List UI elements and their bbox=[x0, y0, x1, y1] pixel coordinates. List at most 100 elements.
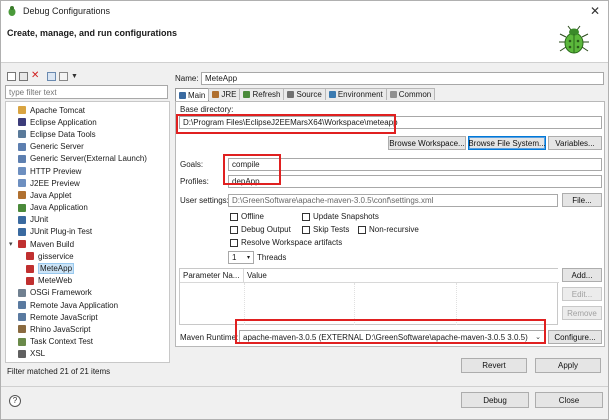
tree-item-label: Generic Server(External Launch) bbox=[30, 154, 147, 164]
tomcat-icon bbox=[18, 106, 26, 115]
view-menu-icon[interactable]: ▼ bbox=[71, 73, 78, 80]
new-config-icon[interactable] bbox=[7, 71, 16, 81]
help-icon[interactable]: ? bbox=[9, 395, 21, 407]
tree-item[interactable]: Remote Java Application bbox=[6, 299, 169, 311]
tree-item[interactable]: Generic Server(External Launch) bbox=[6, 153, 169, 165]
edit-parameter-button[interactable]: Edit... bbox=[562, 287, 602, 301]
remove-parameter-button[interactable]: Remove bbox=[562, 306, 602, 320]
dialog-header: Create, manage, and run configurations bbox=[1, 21, 608, 63]
resolve-workspace-label: Resolve Workspace artifacts bbox=[241, 238, 343, 247]
profiles-field[interactable]: depApp bbox=[228, 175, 602, 188]
variables-button[interactable]: Variables... bbox=[548, 136, 602, 150]
close-button[interactable]: Close bbox=[535, 392, 603, 408]
revert-button[interactable]: Revert bbox=[461, 358, 527, 373]
param-value-header[interactable]: Value bbox=[244, 269, 559, 283]
data-tools-icon bbox=[18, 130, 26, 139]
tab-main[interactable]: Main bbox=[175, 88, 210, 101]
close-window-icon[interactable]: ✕ bbox=[590, 4, 600, 18]
collapse-all-icon[interactable] bbox=[47, 71, 56, 81]
tab-common[interactable]: Common bbox=[385, 88, 436, 100]
grid-line bbox=[244, 283, 245, 325]
tab-refresh[interactable]: Refresh bbox=[239, 88, 285, 100]
xsl-icon bbox=[18, 349, 26, 358]
tree-item[interactable]: Eclipse Data Tools bbox=[6, 128, 169, 140]
update-snapshots-label: Update Snapshots bbox=[313, 212, 379, 221]
refresh-icon bbox=[243, 91, 251, 98]
remote-java-icon bbox=[18, 301, 26, 310]
user-settings-field[interactable]: D:\GreenSoftware\apache-maven-3.0.5\conf… bbox=[228, 194, 558, 207]
non-recursive-checkbox[interactable]: Non-recursive bbox=[358, 225, 419, 234]
tree-item-label: JUnit bbox=[30, 215, 49, 225]
tab-label: Common bbox=[398, 90, 432, 99]
base-directory-field[interactable]: D:\Program Files\EclipseJ2EEMarsX64\Work… bbox=[179, 116, 602, 129]
tab-source[interactable]: Source bbox=[283, 88, 326, 100]
tree-item[interactable]: Eclipse Application bbox=[6, 116, 169, 128]
tab-environment[interactable]: Environment bbox=[324, 88, 387, 100]
delete-config-icon[interactable]: ✕ bbox=[31, 70, 40, 81]
tab-jre[interactable]: JRE bbox=[208, 88, 241, 100]
launch-config-toolbar: ✕ ▼ bbox=[5, 69, 170, 83]
tree-item[interactable]: Rhino JavaScript bbox=[6, 323, 169, 335]
configure-button[interactable]: Configure... bbox=[548, 330, 602, 344]
main-tab-panel: Base directory: D:\Program Files\Eclipse… bbox=[175, 101, 605, 347]
tree-item[interactable]: Java Application bbox=[6, 202, 169, 214]
maven-runtime-select[interactable]: apache-maven-3.0.5 (EXTERNAL D:\GreenSof… bbox=[239, 330, 545, 344]
tree-item[interactable]: Apache Tomcat bbox=[6, 104, 169, 116]
skip-tests-checkbox[interactable]: Skip Tests bbox=[302, 225, 349, 234]
filter-input[interactable] bbox=[5, 85, 168, 99]
tree-item[interactable]: J2EE Preview bbox=[6, 177, 169, 189]
filter-status: Filter matched 21 of 21 items bbox=[7, 367, 111, 376]
tree-item-label: Task Context Test bbox=[30, 337, 93, 347]
goals-field[interactable]: compile bbox=[228, 158, 602, 171]
chevron-down-icon[interactable]: ⌄ bbox=[535, 333, 541, 341]
tree-item[interactable]: MeteApp bbox=[6, 262, 169, 275]
window-title: Debug Configurations bbox=[23, 6, 111, 16]
offline-checkbox[interactable]: Offline bbox=[230, 212, 264, 221]
task-icon bbox=[18, 337, 26, 346]
tree-item[interactable]: Java Applet bbox=[6, 189, 169, 201]
filter-icon[interactable] bbox=[59, 71, 68, 81]
threads-spinner[interactable]: 1 ▾ Threads bbox=[228, 251, 286, 264]
update-snapshots-checkbox[interactable]: Update Snapshots bbox=[302, 212, 379, 221]
java-app-icon bbox=[18, 203, 26, 212]
config-tabs: Main JRE Refresh Source Environment Common bbox=[175, 88, 436, 101]
file-button[interactable]: File... bbox=[562, 193, 602, 207]
name-field[interactable]: MeteApp bbox=[201, 72, 604, 85]
bug-banner-icon bbox=[559, 25, 589, 54]
non-recursive-label: Non-recursive bbox=[369, 225, 419, 234]
tab-label: Refresh bbox=[252, 90, 281, 99]
header-title: Create, manage, and run configurations bbox=[7, 28, 178, 38]
tree-item[interactable]: Remote JavaScript bbox=[6, 311, 169, 323]
param-name-header[interactable]: Parameter Na... bbox=[180, 269, 244, 283]
maven-icon bbox=[18, 240, 26, 249]
environment-icon bbox=[328, 91, 336, 98]
parameters-table[interactable]: Parameter Na... Value bbox=[179, 268, 559, 325]
apply-button[interactable]: Apply bbox=[535, 358, 601, 373]
tree-item[interactable]: XSL bbox=[6, 348, 169, 360]
duplicate-config-icon[interactable] bbox=[19, 71, 28, 81]
tree-item[interactable]: gisservice bbox=[6, 250, 169, 262]
add-parameter-button[interactable]: Add... bbox=[562, 268, 602, 282]
tree-item[interactable]: Task Context Test bbox=[6, 336, 169, 348]
tree-item-label: Java Applet bbox=[30, 190, 72, 200]
spinner-arrow-icon[interactable]: ▾ bbox=[247, 254, 250, 261]
browse-file-system-button[interactable]: Browse File System... bbox=[468, 136, 546, 150]
maven-config-icon bbox=[26, 264, 34, 273]
eclipse-icon bbox=[18, 118, 26, 127]
debug-bug-icon bbox=[8, 6, 16, 16]
tree-item[interactable]: MeteWeb bbox=[6, 275, 169, 287]
tree-item[interactable]: JUnit Plug-in Test bbox=[6, 226, 169, 238]
tree-item[interactable]: Generic Server bbox=[6, 141, 169, 153]
tree-item[interactable]: ▾ Maven Build bbox=[6, 238, 169, 250]
browse-workspace-button[interactable]: Browse Workspace... bbox=[388, 136, 466, 150]
tree-item[interactable]: JUnit bbox=[6, 214, 169, 226]
resolve-workspace-checkbox[interactable]: Resolve Workspace artifacts bbox=[230, 238, 342, 247]
tree-item-label: gisservice bbox=[38, 251, 74, 261]
debug-output-checkbox[interactable]: Debug Output bbox=[230, 225, 291, 234]
tree-item[interactable]: HTTP Preview bbox=[6, 165, 169, 177]
debug-button[interactable]: Debug bbox=[461, 392, 529, 408]
tree-item[interactable]: OSGi Framework bbox=[6, 287, 169, 299]
launch-config-tree[interactable]: Apache Tomcat Eclipse Application Eclipse … bbox=[5, 101, 170, 363]
expand-toggle-icon[interactable]: ▾ bbox=[9, 240, 17, 248]
j2ee-icon bbox=[18, 179, 26, 188]
